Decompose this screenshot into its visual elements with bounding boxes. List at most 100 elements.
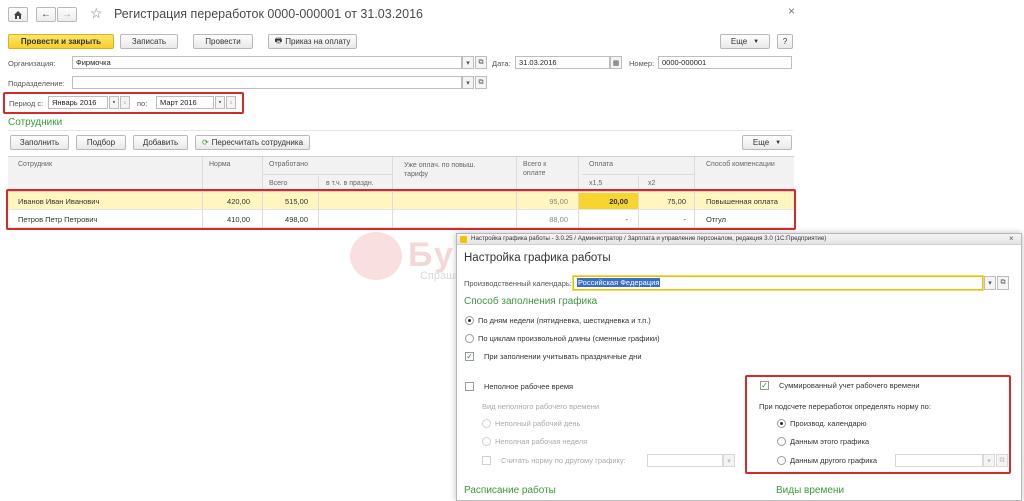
calendar-button[interactable]: ▦	[610, 56, 622, 69]
checkmark-icon: ✓	[466, 352, 473, 361]
department-field[interactable]	[72, 76, 462, 89]
by-prod-calendar-label: Производ. календарю	[790, 419, 867, 428]
consider-holidays-checkbox[interactable]: ✓	[465, 352, 474, 361]
by-cycles-label: По циклам произвольной длины (сменные гр…	[478, 334, 660, 343]
calendar-field[interactable]: Российская Федерация	[573, 276, 983, 290]
norm-by-other-label: Считать норму по другому графику:	[501, 456, 626, 465]
spin-icon: ↕	[123, 99, 127, 106]
home-button[interactable]	[8, 7, 28, 22]
col-paid-increased: Уже оплач. по повыш. тарифу	[404, 162, 476, 178]
calendar-label: Производственный календарь:	[464, 279, 572, 288]
col-worked-holidays: в т.ч. в праздн.	[326, 180, 374, 187]
post-button[interactable]: Провести	[193, 34, 253, 49]
summarized-checkbox[interactable]: ✓	[760, 381, 769, 390]
link-icon: ⧉	[1000, 279, 1006, 286]
help-button[interactable]: ?	[777, 34, 793, 49]
schedule-settings-dialog: Настройка графика работы - 3.0.25 / Адми…	[456, 233, 1022, 501]
table-more-button[interactable]: Еще ▼	[742, 135, 792, 150]
time-types-title: Виды времени	[776, 485, 845, 496]
by-this-schedule-radio[interactable]	[777, 437, 786, 446]
chevron-down-icon: ▼	[775, 139, 782, 146]
part-time-label: Неполное рабочее время	[484, 382, 574, 391]
norm-question-label: При подсчете переработок определять норм…	[759, 402, 931, 411]
favorite-star-icon[interactable]: ☆	[90, 5, 103, 22]
by-cycles-radio[interactable]	[465, 334, 474, 343]
by-prod-calendar-radio[interactable]	[777, 419, 786, 428]
norm-other-schedule-open[interactable]: ⧉	[996, 454, 1008, 467]
number-label: Номер:	[629, 59, 655, 68]
header-divider	[262, 174, 392, 175]
add-button[interactable]: Добавить	[133, 135, 188, 150]
other-schedule-field[interactable]	[647, 454, 723, 467]
norm-by-other-checkbox[interactable]	[482, 456, 491, 465]
period-to-field[interactable]: Март 2016	[156, 96, 214, 109]
norm-other-schedule-dropdown[interactable]: ▾	[983, 454, 995, 467]
department-label: Подразделение:	[8, 79, 65, 88]
organization-field[interactable]: Фирмочка	[72, 56, 462, 69]
calendar-open-button[interactable]: ⧉	[997, 276, 1009, 290]
number-field[interactable]: 0000-000001	[658, 56, 792, 69]
section-divider	[8, 130, 793, 131]
part-time-checkbox[interactable]	[465, 382, 474, 391]
recalc-label: Пересчитать сотрудника	[211, 138, 304, 147]
printer-icon: 🖶	[274, 35, 283, 45]
link-icon: ⧉	[478, 58, 484, 66]
by-weekdays-radio[interactable]	[465, 316, 474, 325]
select-icon: ▪	[112, 99, 116, 106]
dialog-heading: Настройка графика работы	[464, 252, 611, 264]
watermark-logo-icon	[350, 232, 402, 280]
recalc-employee-button[interactable]: ⟳ Пересчитать сотрудника	[195, 135, 310, 150]
period-to-spin-button[interactable]: ↕	[226, 96, 236, 109]
link-icon: ⧉	[999, 456, 1005, 464]
part-time-type-label: Вид неполного рабочего времени	[482, 402, 600, 411]
period-from-field[interactable]: Январь 2016	[48, 96, 108, 109]
rows-highlight	[6, 189, 796, 230]
select-button[interactable]: Подбор	[76, 135, 126, 150]
chevron-down-icon: ▼	[753, 38, 760, 45]
organization-dropdown-button[interactable]: ▾	[462, 56, 474, 69]
period-from-select-button[interactable]: ▪	[109, 96, 119, 109]
more-button[interactable]: Еще ▼	[720, 34, 770, 49]
header-divider	[582, 174, 694, 175]
post-and-close-button[interactable]: Провести и закрыть	[8, 34, 114, 49]
home-icon	[14, 10, 22, 19]
forward-button[interactable]: →	[57, 7, 77, 22]
calendar-dropdown-button[interactable]: ▾	[984, 276, 996, 290]
period-to-label: по:	[137, 99, 148, 108]
dialog-close-icon[interactable]: ×	[1009, 234, 1014, 243]
close-icon[interactable]: ×	[788, 4, 795, 18]
by-this-schedule-label: Данным этого графика	[790, 437, 870, 446]
department-dropdown-button[interactable]: ▾	[462, 76, 474, 89]
payment-order-button[interactable]: 🖶 Приказ на оплату	[268, 34, 357, 49]
part-week-radio[interactable]	[482, 437, 491, 446]
organization-label: Организация:	[8, 59, 56, 68]
dropdown-icon: ▾	[727, 457, 731, 465]
period-to-select-button[interactable]: ▪	[215, 96, 225, 109]
payment-order-label: Приказ на оплату	[285, 37, 351, 46]
col-worked-total: Всего	[269, 180, 288, 187]
col-norm: Норма	[209, 161, 231, 168]
save-button[interactable]: Записать	[120, 34, 178, 49]
checkmark-icon: ✓	[761, 381, 768, 390]
dropdown-icon: ▾	[466, 59, 470, 67]
date-label: Дата:	[492, 59, 511, 68]
col-to-pay-line1: Всего к	[523, 161, 547, 168]
calendar-value: Российская Федерация	[577, 278, 661, 287]
period-from-spin-button[interactable]: ↕	[120, 96, 130, 109]
period-from-label: Период с:	[9, 99, 44, 108]
schedule-title: Расписание работы	[464, 485, 556, 496]
date-field[interactable]: 31.03.2016	[515, 56, 610, 69]
app-icon	[460, 236, 467, 243]
norm-other-schedule-field[interactable]	[895, 454, 983, 467]
fill-button[interactable]: Заполнить	[10, 135, 69, 150]
part-day-label: Неполный рабочий день	[495, 419, 581, 428]
employees-section-title: Сотрудники	[8, 117, 63, 128]
page-title: Регистрация переработок 0000-000001 от 3…	[114, 7, 423, 21]
other-schedule-dropdown[interactable]: ▾	[723, 454, 735, 467]
department-open-button[interactable]: ⧉	[475, 76, 487, 89]
link-icon: ⧉	[478, 78, 484, 86]
by-other-schedule-radio[interactable]	[777, 456, 786, 465]
part-day-radio[interactable]	[482, 419, 491, 428]
back-button[interactable]: ←	[36, 7, 56, 22]
organization-open-button[interactable]: ⧉	[475, 56, 487, 69]
